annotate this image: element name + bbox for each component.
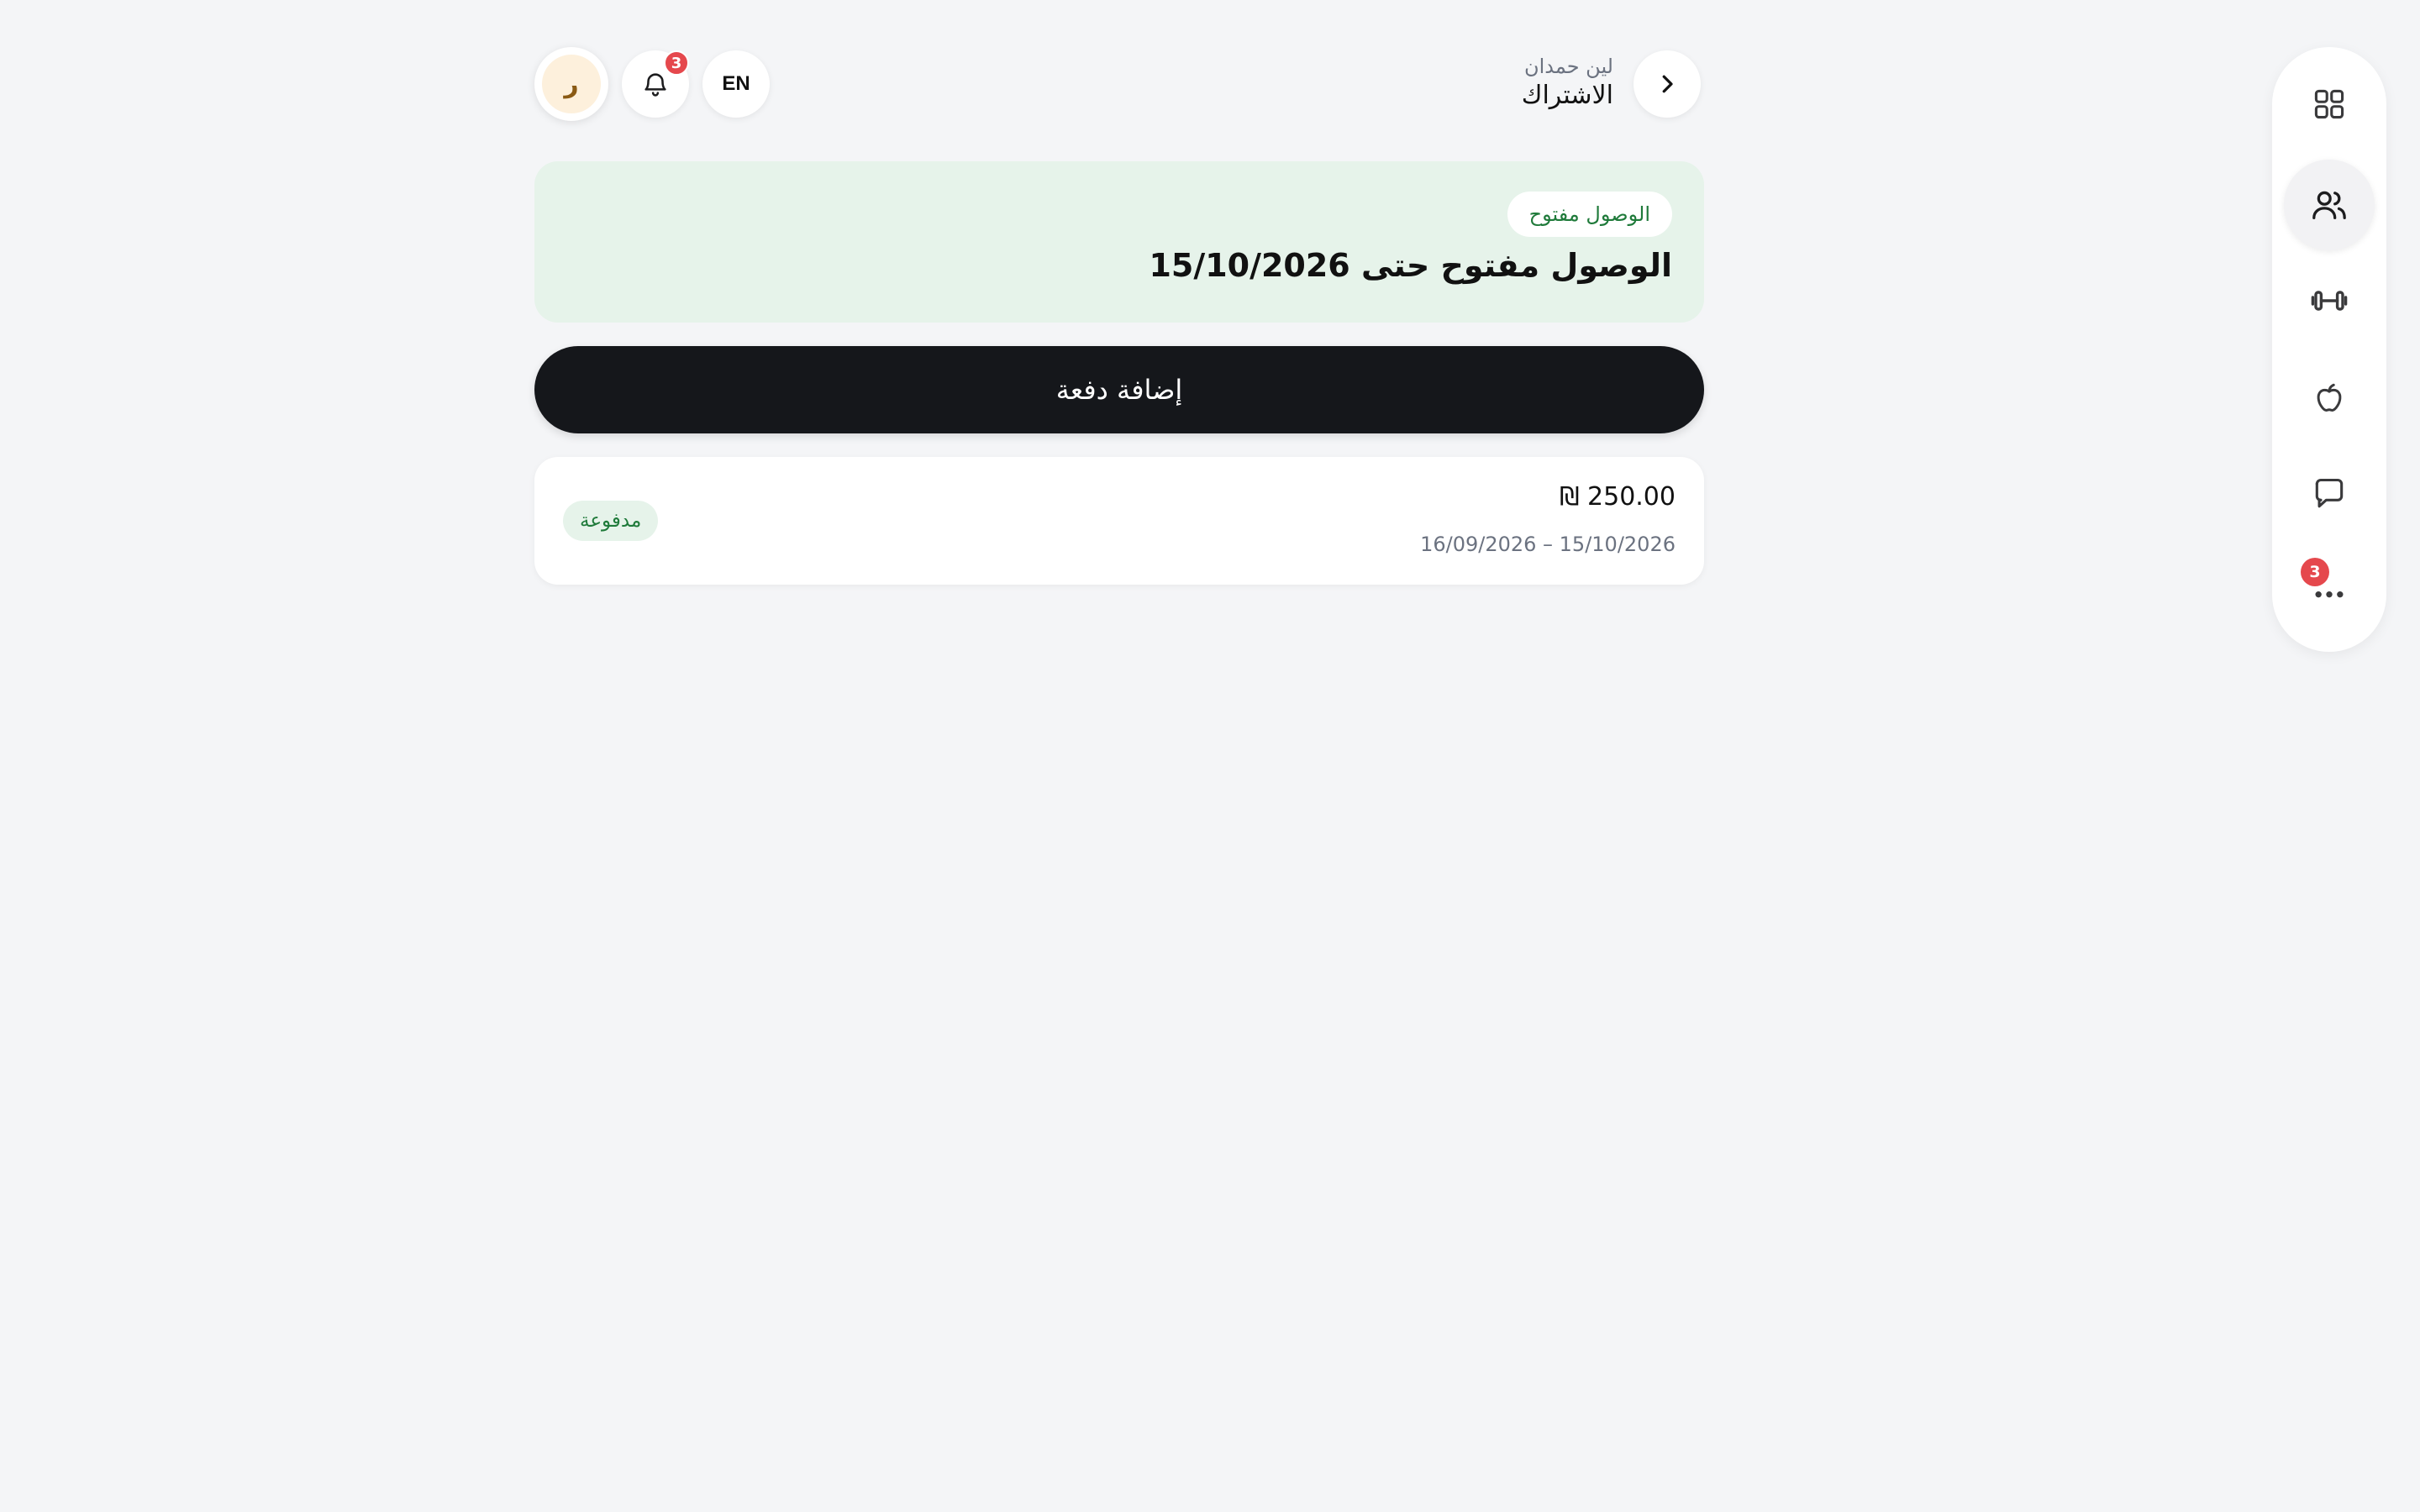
back-button[interactable] bbox=[1634, 50, 1701, 118]
more-count-badge: 3 bbox=[2301, 558, 2329, 586]
apple-icon bbox=[2312, 381, 2347, 416]
notification-count-badge: 3 bbox=[664, 50, 689, 76]
subscription-page: ر 3 EN لين حمدان الاشتراك الوصول مفتوح ا… bbox=[0, 0, 2420, 1512]
avatar[interactable]: ر bbox=[534, 47, 608, 121]
language-toggle[interactable]: EN bbox=[702, 50, 770, 118]
user-name: لين حمدان bbox=[1523, 55, 1613, 78]
top-bar: ر 3 EN لين حمدان الاشتراك bbox=[534, 47, 1704, 121]
chat-icon bbox=[2311, 475, 2348, 512]
payment-status-badge: مدفوعة bbox=[563, 501, 659, 541]
side-navigation: 3 bbox=[2272, 47, 2386, 652]
avatar-initial: ر bbox=[542, 55, 601, 113]
dumbbell-icon bbox=[2309, 281, 2349, 321]
users-icon bbox=[2310, 186, 2349, 224]
bell-icon bbox=[641, 70, 670, 98]
payment-period: 16/09/2026 – 15/10/2026 bbox=[1420, 533, 1676, 556]
page-header-text: لين حمدان الاشتراك bbox=[1522, 54, 1613, 113]
add-payment-button[interactable]: إضافة دفعة bbox=[534, 346, 1704, 433]
access-status-card: الوصول مفتوح الوصول مفتوح حتى 15/10/2026 bbox=[534, 161, 1704, 323]
access-heading: الوصول مفتوح حتى 15/10/2026 bbox=[1149, 247, 1672, 284]
page-title: الاشتراك bbox=[1521, 81, 1613, 110]
grid-icon bbox=[2311, 86, 2348, 123]
payment-amount: ₪ 250.00 bbox=[1559, 482, 1676, 512]
nav-item-messages[interactable] bbox=[2284, 449, 2375, 539]
nav-item-members[interactable] bbox=[2284, 160, 2375, 250]
nav-item-nutrition[interactable] bbox=[2284, 353, 2375, 444]
access-status-pill: الوصول مفتوح bbox=[1507, 192, 1672, 237]
chevron-right-icon bbox=[1655, 71, 1680, 97]
nav-item-dashboard[interactable] bbox=[2284, 59, 2375, 150]
notifications-button[interactable]: 3 bbox=[622, 50, 689, 118]
payment-row[interactable]: ₪ 250.00 16/09/2026 – 15/10/2026 مدفوعة bbox=[534, 457, 1704, 585]
nav-item-more[interactable]: 3 bbox=[2284, 546, 2375, 637]
nav-item-workouts[interactable] bbox=[2284, 255, 2375, 346]
